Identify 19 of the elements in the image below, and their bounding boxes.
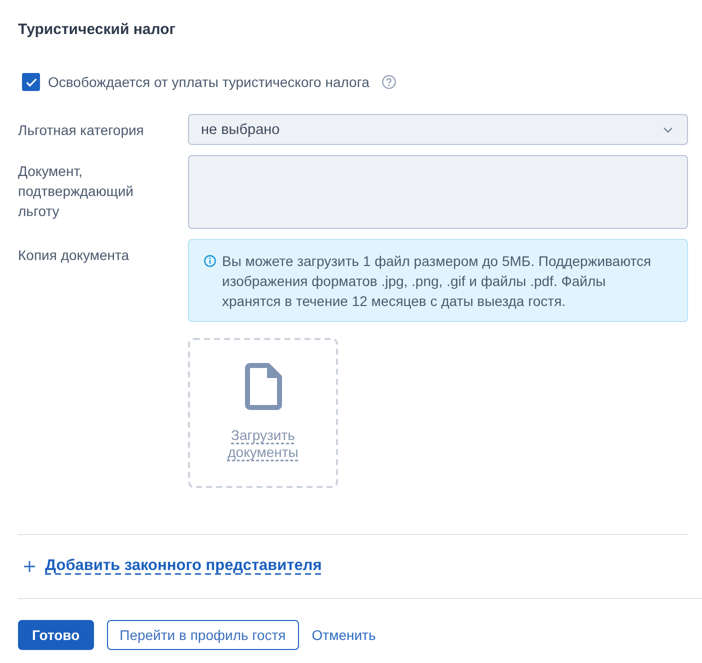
help-icon[interactable] [382, 75, 396, 89]
done-button[interactable]: Готово [18, 620, 94, 650]
add-representative-link[interactable]: Добавить законного представителя [45, 556, 322, 576]
field-label: Льготная категория [18, 121, 144, 140]
chevron-icon [663, 126, 673, 132]
info-icon [204, 255, 216, 267]
checkbox[interactable] [22, 73, 40, 91]
select-field[interactable]: не выбрано [188, 114, 688, 145]
file-icon [244, 363, 282, 410]
profile-button[interactable]: Перейти в профиль гостя [106, 620, 299, 650]
check-icon [26, 78, 36, 86]
field-label: Документ, подтверждающий льготу [18, 162, 134, 221]
field-label: Копия документа [18, 246, 130, 265]
checkbox-label[interactable]: Освобождается от уплаты туристического налога [48, 72, 370, 92]
plus-icon [24, 560, 35, 572]
cancel-link[interactable]: Отменить [312, 620, 376, 650]
info-text: Вы можете загрузить 1 файл размером до 5МБ. Поддерживаются изображения форматов .jpg, .png, .gif и файлы .pdf. Файлы хранятся в течение 12 месяцев с даты выезда гостя. [222, 252, 652, 311]
textarea-field[interactable] [188, 155, 688, 229]
section-title: Туристический налог [18, 20, 176, 40]
